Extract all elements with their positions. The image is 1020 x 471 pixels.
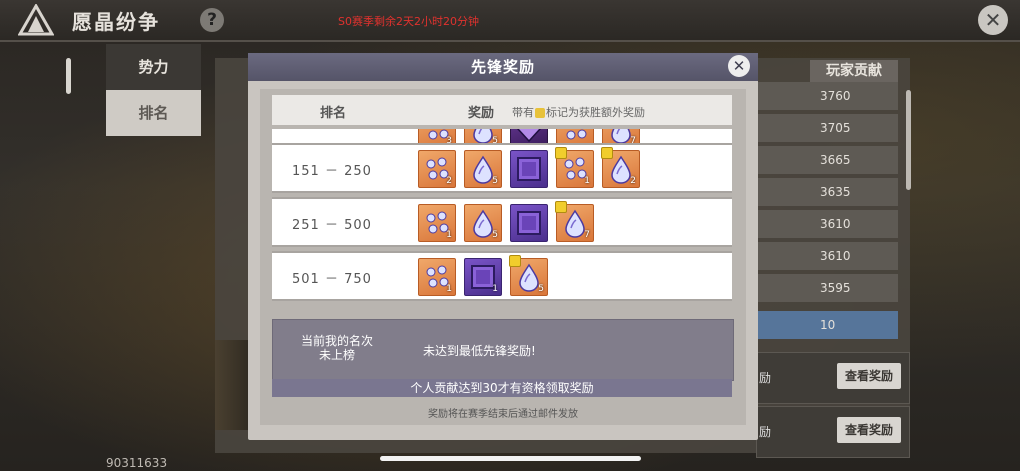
modal-title: 先锋奖励	[248, 53, 758, 81]
crystal-cluster-icon[interactable]: 1	[418, 204, 456, 242]
view-reward-button[interactable]: 查看奖励	[837, 417, 901, 443]
crystal-cluster-icon[interactable]: 2	[418, 150, 456, 188]
bonus-marker-icon	[555, 201, 567, 213]
item-quantity: 1	[446, 230, 452, 240]
crystal-drop-icon[interactable]: 5	[464, 204, 502, 242]
rank-column-header: 排名	[320, 106, 347, 121]
close-icon[interactable]: ✕	[978, 5, 1008, 35]
item-quantity: 1	[584, 176, 590, 186]
score-row: 3665	[756, 146, 898, 174]
my-score-row: 10	[756, 311, 898, 339]
reward-entry-label: 励	[759, 371, 772, 385]
purple-frame-icon[interactable]	[510, 150, 548, 188]
modal-body: 排名 奖励 带有 标记为获胜额外奖励 3 5 7 151 － 250 2 5 1 2 251 － …	[260, 89, 746, 425]
purple-frame-icon[interactable]	[510, 204, 548, 242]
tier-rank-label: 251 － 500	[292, 218, 372, 233]
crystal-drop-icon[interactable]: 7	[555, 201, 594, 242]
score-row: 3635	[756, 178, 898, 206]
reward-tier-row: 501 － 750 1 1 5	[272, 251, 732, 301]
score-row: 3705	[756, 114, 898, 142]
score-row: 3595	[756, 274, 898, 302]
help-icon[interactable]: ?	[200, 8, 224, 32]
status-message: 未达到最低先锋奖励!	[423, 344, 536, 358]
ranking-scrollbar[interactable]	[906, 90, 911, 190]
bonus-marker-icon	[509, 255, 521, 267]
contribution-column-header: 玩家贡献	[810, 60, 898, 82]
crystal-drop-icon[interactable]: 5	[464, 150, 502, 188]
bonus-marker-icon	[601, 147, 613, 159]
side-scroll-handle[interactable]	[66, 58, 71, 94]
view-reward-button[interactable]: 查看奖励	[837, 363, 901, 389]
score-row: 3610	[756, 210, 898, 238]
tier-rank-label: 501 － 750	[292, 272, 372, 287]
vanguard-reward-modal: 先锋奖励 ✕ 排名 奖励 带有 标记为获胜额外奖励 3 5 7 151 － 250 2 5 1…	[248, 53, 758, 440]
requirement-notice: 个人贡献达到30才有资格领取奖励	[272, 379, 732, 397]
item-quantity: 7	[584, 230, 590, 240]
reward-entry: 励 查看奖励	[756, 352, 910, 404]
modal-close-icon[interactable]: ✕	[728, 55, 750, 77]
crystal-drop-icon[interactable]: 2	[601, 147, 640, 188]
user-id: 90311633	[106, 456, 168, 470]
crystal-cluster-icon[interactable]: 1	[418, 258, 456, 296]
bonus-note: 带有 标记为获胜额外奖励	[512, 106, 645, 119]
purple-frame-icon[interactable]: 1	[464, 258, 502, 296]
tab-ranking[interactable]: 排名	[106, 90, 201, 136]
mail-footnote: 奖励将在赛季结束后通过邮件发放	[428, 409, 578, 420]
score-row: 3610	[756, 242, 898, 270]
reward-table-header: 排名 奖励 带有 标记为获胜额外奖励	[272, 95, 732, 125]
tab-faction[interactable]: 势力	[106, 44, 201, 90]
home-indicator[interactable]	[380, 456, 641, 461]
item-quantity: 1	[446, 284, 452, 294]
tier-rank-label: 151 － 250	[292, 164, 372, 179]
item-quantity: 1	[492, 284, 498, 294]
my-rank-status: 当前我的名次 未上榜 未达到最低先锋奖励!	[272, 319, 734, 381]
reward-list[interactable]: 3 5 7 151 － 250 2 5 1 2 251 － 500 1 5 7 501 － 750 1 1 5	[272, 129, 732, 305]
reward-entry: 励 查看奖励	[756, 406, 910, 458]
item-quantity: 2	[446, 176, 452, 186]
my-rank-label: 当前我的名次 未上榜	[300, 334, 373, 362]
crystal-cluster-icon[interactable]: 1	[555, 147, 594, 188]
reward-tier-row: 151 － 250 2 5 1 2	[272, 143, 732, 193]
reward-tier-row: 251 － 500 1 5 7	[272, 197, 732, 247]
score-row: 3760	[756, 82, 898, 110]
reward-entry-label: 励	[759, 425, 772, 439]
item-quantity: 5	[492, 176, 498, 186]
top-bar: 愿晶纷争 ? S0赛季剩余2天2小时20分钟 ✕	[0, 0, 1020, 42]
faction-logo-icon	[18, 4, 54, 36]
reward-column-header: 奖励	[468, 106, 495, 121]
crystal-drop-icon[interactable]: 5	[509, 255, 548, 296]
bonus-marker-icon	[555, 147, 567, 159]
item-quantity: 2	[630, 176, 636, 186]
item-quantity: 5	[492, 230, 498, 240]
bonus-marker-icon	[535, 108, 545, 118]
season-timer: S0赛季剩余2天2小时20分钟	[338, 15, 479, 28]
app-title: 愿晶纷争	[72, 10, 160, 34]
item-quantity: 5	[538, 284, 544, 294]
